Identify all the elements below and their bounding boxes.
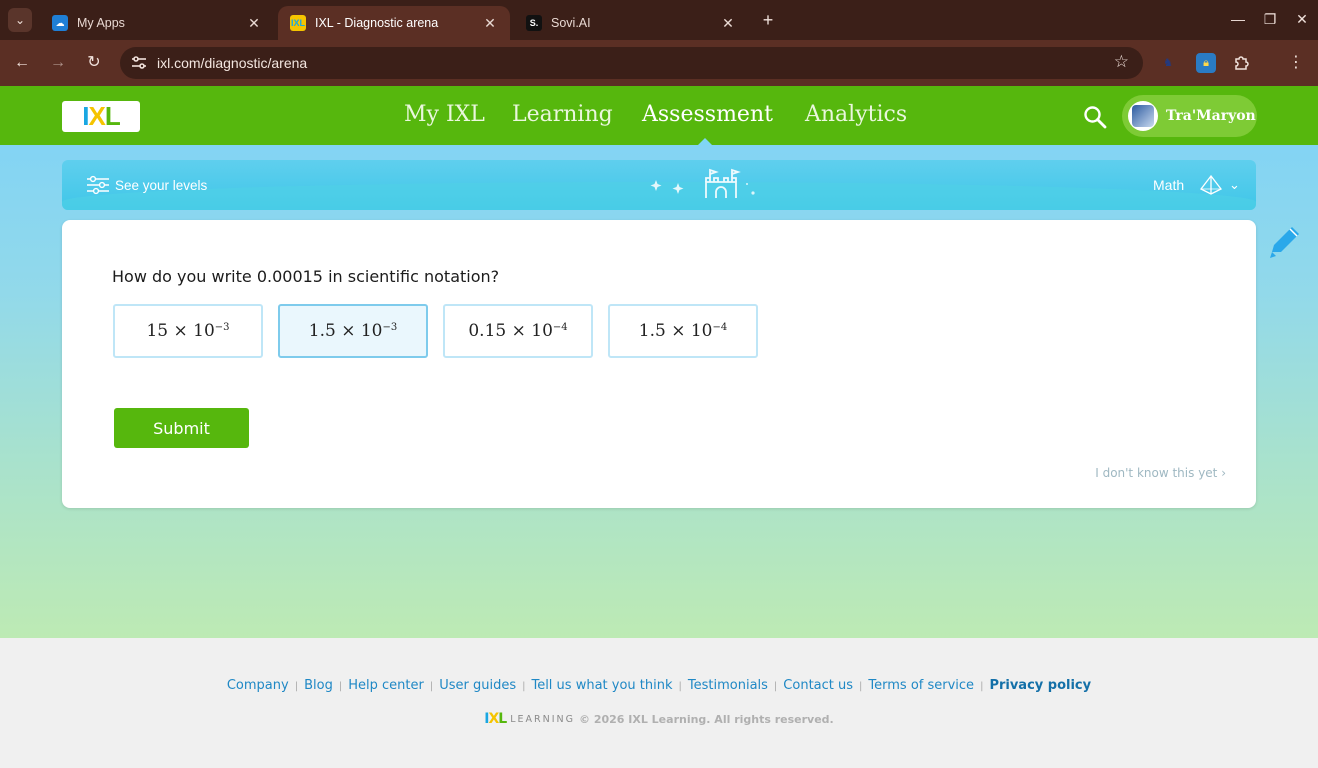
subject-selector[interactable]: Math <box>1153 177 1184 193</box>
restore-icon[interactable]: ❐ <box>1258 8 1282 30</box>
tab-search-chevron-down-icon[interactable]: ⌄ <box>8 8 32 32</box>
tab-ixl-diagnostic[interactable]: IXL IXL - Diagnostic arena ✕ <box>278 6 510 40</box>
footer-separator: | <box>773 681 778 692</box>
tab-close-icon[interactable]: ✕ <box>720 15 736 32</box>
ixl-logo[interactable]: IXL <box>62 101 140 132</box>
tab-sovi-ai[interactable]: S. Sovi.AI ✕ <box>514 6 748 40</box>
back-arrow-icon[interactable]: ← <box>10 51 34 75</box>
reload-icon[interactable]: ↻ <box>82 51 106 75</box>
choice-exponent: −4 <box>552 321 568 333</box>
footer-link-contact-us[interactable]: Contact us <box>783 678 853 693</box>
browser-menu-icon[interactable]: ⋮ <box>1286 53 1306 73</box>
question-prompt: How do you write 0.00015 in scientific n… <box>112 267 500 286</box>
tab-title: My Apps <box>77 16 125 30</box>
minimize-icon[interactable]: — <box>1226 8 1250 30</box>
nav-assessment[interactable]: Assessment <box>642 102 773 127</box>
search-icon[interactable] <box>1082 104 1108 130</box>
choice-coefficient: 15 <box>146 321 169 341</box>
tab-close-icon[interactable]: ✕ <box>246 15 262 32</box>
extensions-puzzle-icon[interactable] <box>1232 53 1252 73</box>
ixl-header: IXL My IXL Learning Assessment Analytics… <box>0 86 1318 145</box>
learning-wordmark: LEARNING <box>510 713 575 725</box>
choice-base: 10 <box>360 321 383 341</box>
answer-choice-2[interactable]: 1.5 × 10 −3 <box>278 304 428 358</box>
level-bar: See your levels Math ⌄ <box>62 160 1256 210</box>
active-nav-caret <box>698 138 712 145</box>
footer-link-feedback[interactable]: Tell us what you think <box>531 678 672 693</box>
times-sign: × <box>341 321 356 341</box>
extension-lock-icon[interactable]: 🔒︎ <box>1196 53 1216 73</box>
pencil-icon[interactable] <box>1266 222 1304 260</box>
forward-arrow-icon[interactable]: → <box>46 51 70 75</box>
nav-analytics[interactable]: Analytics <box>805 102 907 127</box>
question-card: How do you write 0.00015 in scientific n… <box>62 220 1256 508</box>
tab-title: Sovi.AI <box>551 16 591 30</box>
choice-coefficient: 1.5 <box>638 321 666 341</box>
choice-base: 10 <box>193 321 215 341</box>
logo-letter: X <box>88 101 106 131</box>
footer-separator: | <box>678 681 682 692</box>
logo-letter: X <box>488 711 499 727</box>
choice-coefficient: 1.5 <box>308 321 336 341</box>
choice-exponent: −3 <box>382 321 398 333</box>
times-sign: × <box>511 321 526 341</box>
nav-my-ixl[interactable]: My IXL <box>404 102 485 127</box>
avatar <box>1128 101 1158 131</box>
footer-link-blog[interactable]: Blog <box>304 678 333 693</box>
browser-toolbar: ← → ↻ ixl.com/diagnostic/arena ☆ ♞ 🔒︎ ⋮ <box>0 40 1318 86</box>
footer-link-terms[interactable]: Terms of service <box>868 678 974 693</box>
footer-separator: | <box>522 681 526 692</box>
footer-separator: | <box>429 681 434 692</box>
sliders-icon[interactable] <box>86 175 110 195</box>
choice-base: 10 <box>531 321 553 341</box>
user-menu-button[interactable]: Tra'Maryon <box>1122 95 1257 137</box>
user-name: Tra'Maryon <box>1166 108 1256 124</box>
browser-tabstrip: ⌄ ☁ My Apps ✕ IXL IXL - Diagnostic arena… <box>0 0 1318 40</box>
nav-learning[interactable]: Learning <box>512 102 613 127</box>
footer-ixl-logo[interactable]: IXL <box>484 711 507 727</box>
ixl-favicon-icon: IXL <box>290 15 306 31</box>
choice-exponent: −3 <box>214 321 230 333</box>
answer-choice-4[interactable]: 1.5 × 10 −4 <box>608 304 758 358</box>
choice-coefficient: 0.15 <box>468 321 507 341</box>
footer-copyright: IXL LEARNING © 2026 IXL Learning. All ri… <box>0 711 1318 727</box>
see-your-levels-link[interactable]: See your levels <box>115 178 207 193</box>
logo-letter: L <box>104 101 121 131</box>
footer-link-privacy[interactable]: Privacy policy <box>989 678 1091 693</box>
answer-choice-1[interactable]: 15 × 10 −3 <box>113 304 263 358</box>
castle-icon <box>636 168 768 202</box>
tab-close-icon[interactable]: ✕ <box>482 15 498 32</box>
footer-separator: | <box>859 681 863 692</box>
choice-base: 10 <box>690 321 713 341</box>
footer-links: Company | Blog | Help center | User guides | Tel… <box>0 678 1318 693</box>
tune-icon[interactable] <box>130 54 148 72</box>
sovi-favicon-icon: S. <box>526 15 542 31</box>
logo-letter: L <box>498 711 507 727</box>
subject-chevron-down-icon[interactable]: ⌄ <box>1229 177 1240 193</box>
times-sign: × <box>671 321 686 341</box>
tab-title: IXL - Diagnostic arena <box>315 16 439 30</box>
window-close-icon[interactable]: ✕ <box>1290 8 1314 30</box>
dont-know-link[interactable]: I don't know this yet › <box>1095 466 1226 480</box>
times-sign: × <box>173 321 188 341</box>
footer-link-testimonials[interactable]: Testimonials <box>688 678 768 693</box>
bookmark-star-icon[interactable]: ☆ <box>1114 52 1129 72</box>
footer-link-user-guides[interactable]: User guides <box>439 678 516 693</box>
url-text[interactable]: ixl.com/diagnostic/arena <box>157 55 307 71</box>
new-tab-plus-icon[interactable]: + <box>758 9 778 31</box>
extension-horse-icon[interactable]: ♞ <box>1158 53 1178 73</box>
footer-separator: | <box>338 681 343 692</box>
tab-my-apps[interactable]: ☁ My Apps ✕ <box>40 6 274 40</box>
footer-separator: | <box>980 681 984 692</box>
address-bar[interactable]: ixl.com/diagnostic/arena ☆ <box>120 47 1143 79</box>
pyramid-icon[interactable] <box>1200 174 1222 195</box>
answer-choice-3[interactable]: 0.15 × 10 −4 <box>443 304 593 358</box>
footer-link-help-center[interactable]: Help center <box>348 678 424 693</box>
copyright-text: © 2026 IXL Learning. All rights reserved… <box>578 712 834 726</box>
onedrive-cloud-icon: ☁ <box>52 15 68 31</box>
submit-button[interactable]: Submit <box>114 408 249 448</box>
footer-link-company[interactable]: Company <box>227 678 289 693</box>
choice-exponent: −4 <box>712 321 728 333</box>
footer-separator: | <box>294 681 299 692</box>
